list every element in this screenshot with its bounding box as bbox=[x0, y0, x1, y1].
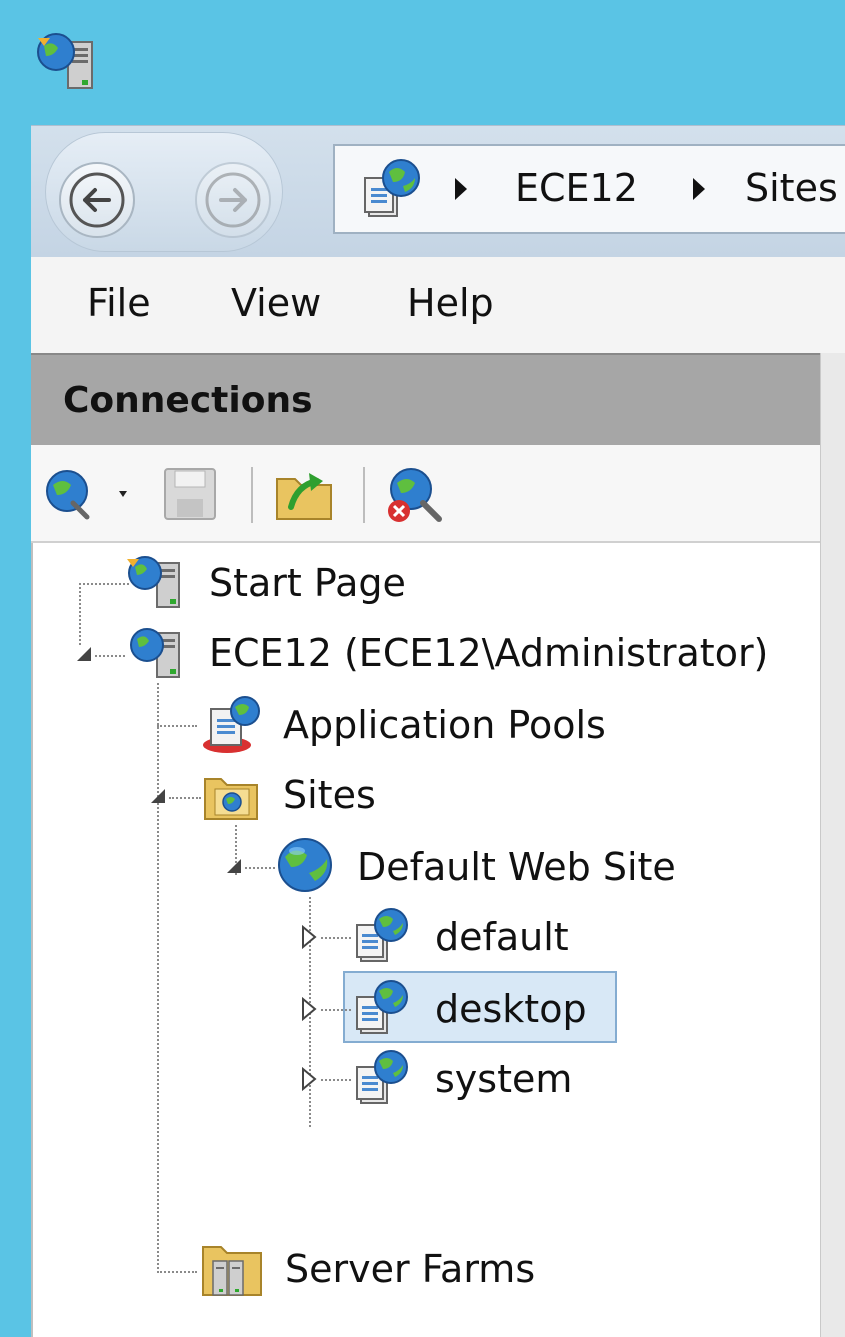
collapsed-arrow-icon[interactable] bbox=[301, 997, 317, 1021]
disconnect-icon[interactable] bbox=[383, 463, 453, 527]
tree-item-label: ECE12 (ECE12\Administrator) bbox=[209, 631, 769, 675]
tree-item-server[interactable]: ECE12 (ECE12\Administrator) bbox=[33, 623, 822, 687]
connections-tree: Start Page ECE12 (ECE12\Administrator) A… bbox=[31, 543, 820, 1337]
expanded-arrow-icon[interactable] bbox=[75, 645, 93, 663]
connections-header: Connections bbox=[31, 353, 820, 447]
sites-folder-icon bbox=[204, 778, 258, 820]
forward-arrow-icon bbox=[205, 172, 261, 228]
navigation-buttons bbox=[45, 132, 283, 252]
tree-connector bbox=[321, 1079, 351, 1081]
tree-connector bbox=[95, 655, 125, 657]
iis-manager-window: ECE12 Sites File View Help Connections S… bbox=[31, 125, 845, 1337]
title-bar bbox=[0, 0, 845, 125]
tree-connector bbox=[169, 797, 201, 799]
breadcrumb-separator-icon[interactable] bbox=[455, 178, 467, 200]
collapsed-arrow-icon[interactable] bbox=[301, 925, 317, 949]
expanded-arrow-icon[interactable] bbox=[149, 787, 167, 805]
connections-toolbar bbox=[31, 445, 820, 543]
menu-view[interactable]: View bbox=[231, 279, 321, 327]
iis-app-icon[interactable] bbox=[34, 30, 104, 94]
breadcrumb-ece12[interactable]: ECE12 bbox=[515, 164, 638, 212]
back-button[interactable] bbox=[59, 162, 135, 238]
tree-item-desktop[interactable]: desktop bbox=[33, 971, 822, 1043]
address-bar[interactable]: ECE12 Sites bbox=[333, 144, 845, 234]
tree-item-label: default bbox=[435, 915, 569, 959]
tree-connector bbox=[321, 1009, 351, 1011]
server-farms-icon bbox=[202, 1246, 262, 1296]
connections-title: Connections bbox=[63, 380, 313, 421]
tree-item-label: Application Pools bbox=[283, 703, 606, 747]
menu-file[interactable]: File bbox=[87, 279, 151, 327]
toolbar-separator bbox=[363, 467, 365, 523]
breadcrumb-sites[interactable]: Sites bbox=[745, 164, 838, 212]
application-pools-icon bbox=[203, 696, 260, 753]
tree-item-default-web-site[interactable]: Default Web Site bbox=[33, 835, 822, 899]
panel-splitter[interactable] bbox=[820, 353, 845, 1337]
save-icon[interactable] bbox=[161, 465, 221, 525]
breadcrumb-separator-icon[interactable] bbox=[693, 178, 705, 200]
connect-icon[interactable] bbox=[43, 467, 133, 523]
tree-item-system[interactable]: system bbox=[33, 1047, 822, 1111]
web-app-icon bbox=[356, 1050, 408, 1104]
tree-item-label: desktop bbox=[435, 987, 587, 1031]
web-app-icon bbox=[356, 980, 408, 1034]
tree-item-label: Sites bbox=[283, 773, 376, 817]
tree-item-default[interactable]: default bbox=[33, 905, 822, 969]
back-arrow-icon bbox=[69, 172, 125, 228]
collapsed-arrow-icon[interactable] bbox=[301, 1067, 317, 1091]
tree-item-application-pools[interactable]: Application Pools bbox=[33, 693, 822, 757]
menu-help[interactable]: Help bbox=[407, 279, 494, 327]
web-app-icon bbox=[356, 908, 408, 962]
up-folder-icon[interactable] bbox=[273, 463, 337, 525]
server-icon bbox=[130, 628, 180, 678]
address-globe-icon bbox=[364, 159, 420, 217]
tree-item-label: system bbox=[435, 1057, 573, 1101]
forward-button[interactable] bbox=[195, 162, 271, 238]
tree-item-label: Start Page bbox=[209, 561, 406, 605]
tree-item-server-farms[interactable]: Server Farms bbox=[33, 1237, 822, 1301]
toolbar-separator bbox=[251, 467, 253, 523]
tree-item-start-page[interactable]: Start Page bbox=[33, 553, 822, 617]
expanded-arrow-icon[interactable] bbox=[225, 857, 243, 875]
menu-bar: File View Help bbox=[31, 257, 845, 353]
tree-item-label: Server Farms bbox=[285, 1247, 536, 1291]
navigation-bar: ECE12 Sites bbox=[31, 125, 845, 258]
tree-item-sites[interactable]: Sites bbox=[33, 765, 822, 829]
tree-connector bbox=[321, 937, 351, 939]
tree-item-label: Default Web Site bbox=[357, 845, 676, 889]
start-page-icon bbox=[127, 556, 180, 608]
tree-connector bbox=[245, 867, 275, 869]
globe-icon bbox=[278, 838, 332, 892]
